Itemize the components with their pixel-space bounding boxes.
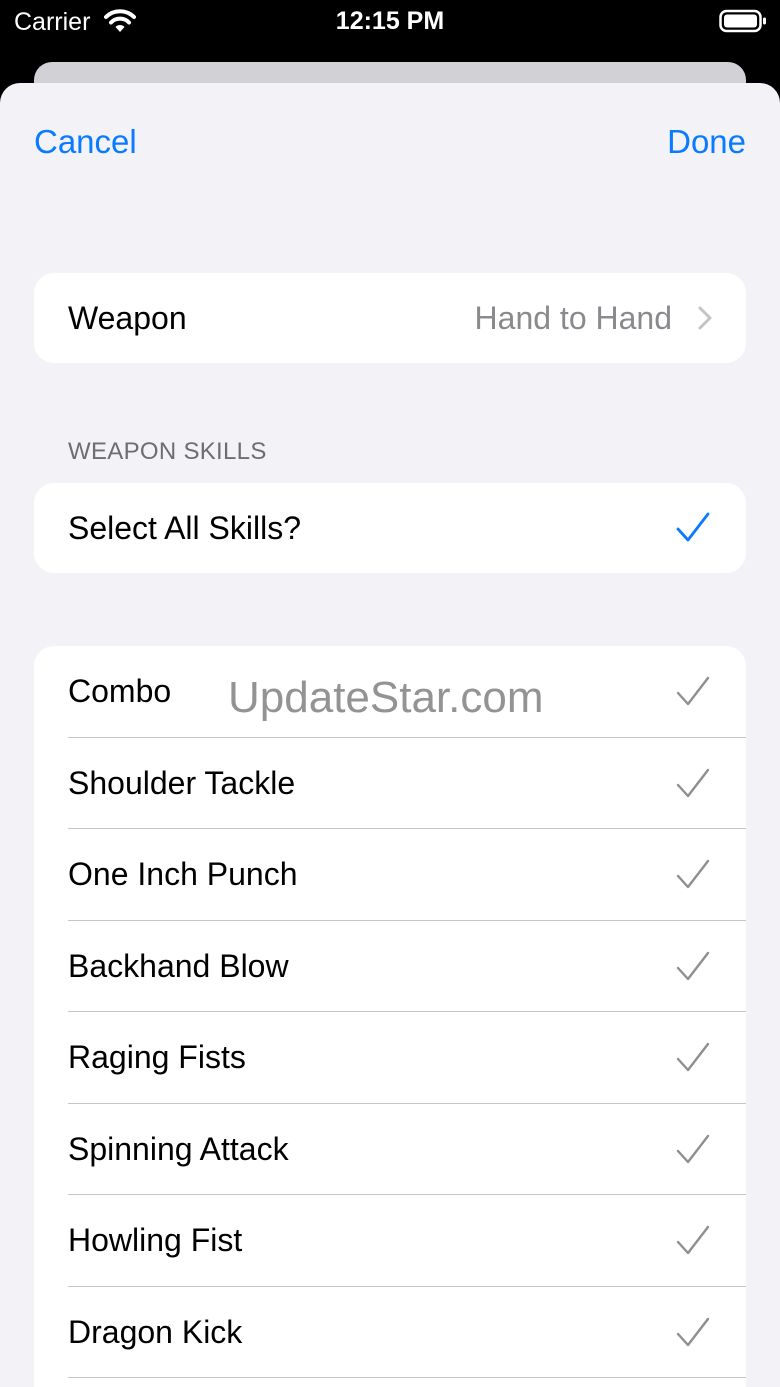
skill-label: Backhand Blow [68,947,289,984]
skill-label: Combo [68,673,172,709]
modal-sheet: Cancel Done Weapon Hand to Hand WEAPON S… [0,83,780,1387]
weapon-picker-row[interactable]: Weapon Hand to Hand [34,273,746,363]
select-all-label: Select All Skills? [68,510,301,546]
skills-list: Combo Shoulder Tackle One Inch Punch Backha… [34,646,746,1387]
checkmark-icon [676,768,710,797]
skill-label: Dragon Kick [68,1313,243,1350]
weapon-value: Hand to Hand [474,300,672,336]
skill-row[interactable]: Dragon Kick [34,1287,746,1378]
skill-label: Shoulder Tackle [68,764,296,801]
skill-row[interactable]: Spinning Attack [34,1104,746,1195]
checkmark-icon [676,1317,710,1346]
checkmark-icon [676,859,710,889]
checkmark-icon [676,951,710,980]
skill-label: One Inch Punch [68,856,298,892]
row-divider [68,1377,746,1378]
skill-row[interactable]: Shoulder Tackle [34,738,746,829]
battery-icon [719,9,766,33]
screen: Carrier 12:15 PM Cancel Done Weapon Hand… [0,0,780,1387]
weapon-label: Weapon [68,300,187,336]
skill-label: Howling Fist [68,1222,243,1258]
clock: 12:15 PM [335,7,445,35]
checkmark-icon [676,1225,710,1255]
skill-row[interactable]: Howling Fist [34,1195,746,1287]
skill-row[interactable]: Combo [34,646,746,738]
skill-row[interactable]: Raging Fists [34,1012,746,1104]
skill-row[interactable]: Backhand Blow [34,921,746,1012]
cancel-button[interactable]: Cancel [34,123,137,161]
skill-label: Raging Fists [68,1039,246,1075]
checkmark-icon [676,676,710,706]
section-header-weapon-skills: WEAPON SKILLS [68,438,267,465]
skill-label: Spinning Attack [68,1130,289,1167]
checkmark-icon [676,512,710,542]
checkmark-icon [676,1134,710,1163]
done-button[interactable]: Done [667,123,746,161]
skill-row[interactable]: One Inch Punch [34,829,746,921]
chevron-right-icon [698,306,712,330]
checkmark-icon [676,1042,710,1072]
status-bar: Carrier 12:15 PM [0,0,780,44]
select-all-row[interactable]: Select All Skills? [34,483,746,573]
